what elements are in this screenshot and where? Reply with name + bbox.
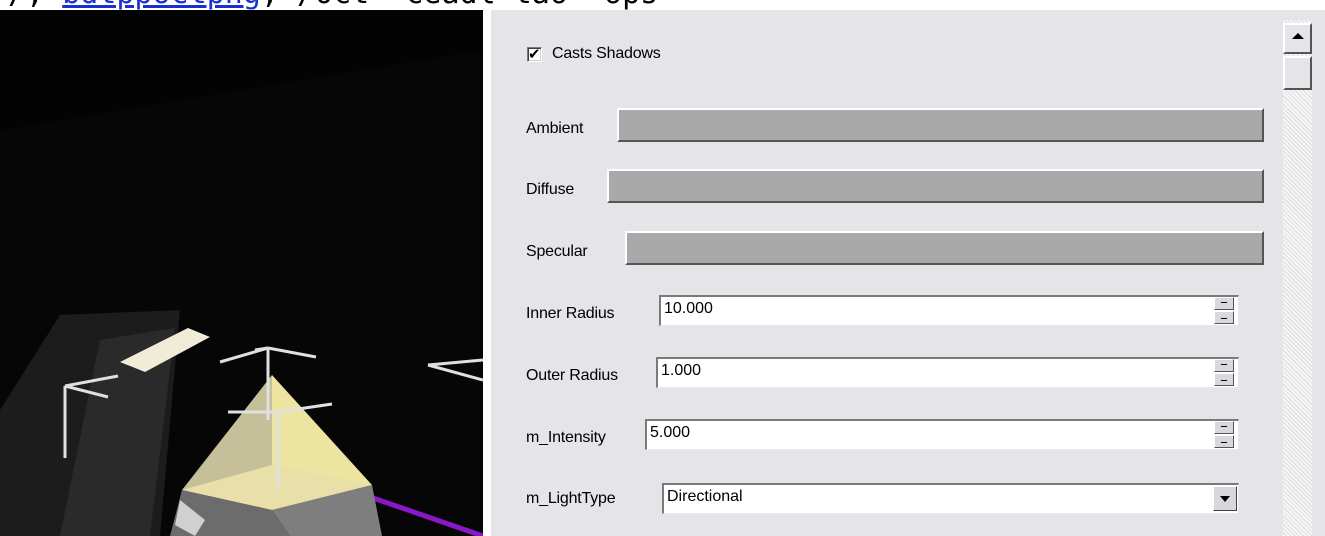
scene-render (0, 50, 483, 536)
casts-shadows-row[interactable]: ✔ Casts Shadows (527, 34, 661, 74)
scrollbar-thumb[interactable] (1283, 56, 1312, 90)
panel-divider (483, 10, 491, 536)
arrow-up-icon[interactable] (1283, 23, 1312, 54)
specular-color-button[interactable] (625, 231, 1264, 265)
vertical-scrollbar[interactable] (1283, 20, 1312, 536)
inner-radius-spinner[interactable] (1214, 297, 1234, 324)
inner-radius-label: Inner Radius (526, 305, 615, 322)
chevron-down-icon[interactable] (1213, 486, 1237, 511)
light-type-select[interactable]: Directional (662, 483, 1239, 514)
spin-down-icon[interactable] (1214, 311, 1234, 324)
specular-row: Specular (526, 232, 588, 272)
outer-radius-row: Outer Radius (526, 356, 618, 396)
properties-panel (491, 10, 1325, 536)
ambient-row: Ambient (526, 109, 583, 149)
outer-radius-input[interactable]: 1.000 (656, 357, 1239, 388)
3d-viewport[interactable] (0, 10, 483, 536)
spin-up-icon[interactable] (1214, 359, 1234, 372)
specular-label: Specular (526, 243, 588, 260)
intensity-label: m_Intensity (526, 429, 606, 446)
casts-shadows-label: Casts Shadows (552, 45, 661, 62)
spin-down-icon[interactable] (1214, 373, 1234, 386)
inner-radius-row: Inner Radius (526, 294, 615, 334)
intensity-row: m_Intensity (526, 418, 606, 458)
light-type-label: m_LightType (526, 490, 616, 507)
spin-up-icon[interactable] (1214, 297, 1234, 310)
outer-radius-spinner[interactable] (1214, 359, 1234, 386)
spin-down-icon[interactable] (1214, 435, 1234, 448)
light-type-row: m_LightType (526, 479, 616, 519)
inner-radius-input[interactable]: 10.000 (659, 295, 1239, 326)
ambient-color-button[interactable] (617, 108, 1264, 142)
intensity-spinner[interactable] (1214, 421, 1234, 448)
checkmark-icon: ✔ (528, 44, 541, 63)
outer-radius-label: Outer Radius (526, 367, 618, 384)
diffuse-color-button[interactable] (607, 169, 1264, 203)
intensity-input[interactable]: 5.000 (645, 419, 1239, 450)
spin-up-icon[interactable] (1214, 421, 1234, 434)
ambient-label: Ambient (526, 120, 584, 137)
diffuse-row: Diffuse (526, 170, 574, 210)
casts-shadows-checkbox[interactable]: ✔ (527, 44, 542, 63)
diffuse-label: Diffuse (526, 181, 575, 198)
